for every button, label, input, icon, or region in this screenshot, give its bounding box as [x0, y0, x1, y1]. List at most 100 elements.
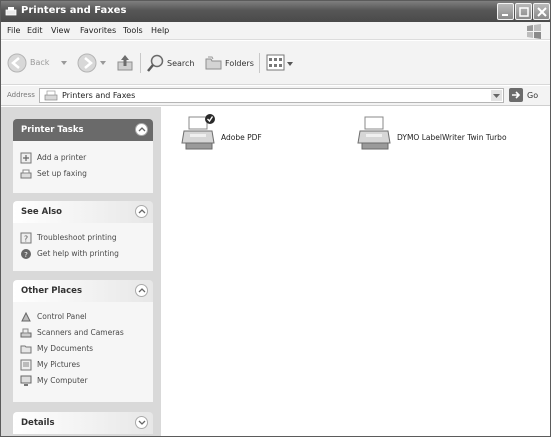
- printer-folder-icon: [44, 90, 58, 101]
- close-icon: [537, 7, 547, 17]
- my-computer-link[interactable]: My Computer: [13, 373, 153, 389]
- add-printer-link[interactable]: Add a printer: [13, 150, 153, 166]
- chevron-down-icon: [493, 94, 500, 98]
- search-label: Search: [167, 59, 195, 68]
- chevron-up-icon: [138, 209, 146, 214]
- control-panel-icon: [21, 311, 31, 322]
- forward-dropdown-icon[interactable]: [100, 60, 106, 66]
- control-panel-link[interactable]: Control Panel: [13, 309, 153, 325]
- my-computer-label: My Computer: [37, 376, 88, 385]
- collapse-button[interactable]: [135, 123, 148, 136]
- printer-icon: [181, 114, 215, 150]
- title-bar[interactable]: Printers and Faxes: [1, 1, 550, 22]
- up-folder-icon: [117, 55, 133, 71]
- pictures-icon: [20, 359, 32, 371]
- printer-tasks-title: Printer Tasks: [21, 125, 84, 135]
- menu-bar: File Edit View Favorites Tools Help: [1, 22, 550, 40]
- address-value: Printers and Faxes: [62, 91, 136, 100]
- address-dropdown-button[interactable]: [491, 90, 502, 101]
- explorer-window: Printers and Faxes File Edit View Favori…: [0, 0, 551, 437]
- menu-favorites[interactable]: Favorites: [80, 26, 116, 35]
- add-printer-label: Add a printer: [37, 153, 87, 162]
- views-button[interactable]: [265, 52, 293, 74]
- fax-icon: [20, 169, 32, 179]
- search-button[interactable]: Search: [145, 52, 201, 74]
- collapse-button[interactable]: [135, 205, 148, 218]
- task-pane: Printer Tasks Add a printer Set up faxin…: [1, 107, 161, 436]
- svg-text:?: ?: [24, 251, 28, 259]
- address-field[interactable]: Printers and Faxes: [39, 88, 504, 103]
- see-also-panel: See Also ? Troubleshoot printing ? Get h…: [13, 201, 153, 271]
- search-icon: [147, 54, 164, 72]
- get-help-printing-link[interactable]: ? Get help with printing: [13, 246, 153, 262]
- my-pictures-link[interactable]: My Pictures: [13, 357, 153, 373]
- views-grid-icon: [266, 54, 285, 71]
- scanners-cameras-label: Scanners and Cameras: [37, 328, 124, 337]
- other-places-panel: Other Places Control Panel Scanners and …: [13, 280, 153, 402]
- printer-item[interactable]: DYMO LabelWriter Twin Turbo: [357, 113, 543, 157]
- back-button[interactable]: Back: [5, 52, 69, 74]
- folder-icon: [20, 345, 32, 354]
- scanners-cameras-link[interactable]: Scanners and Cameras: [13, 325, 153, 341]
- toolbar-separator: [259, 53, 260, 73]
- printer-name: DYMO LabelWriter Twin Turbo: [397, 133, 507, 142]
- forward-button[interactable]: [75, 52, 107, 74]
- other-places-header[interactable]: Other Places: [13, 280, 153, 302]
- printer-item[interactable]: Adobe PDF: [181, 113, 331, 157]
- back-arrow-icon: [7, 53, 27, 73]
- back-label: Back: [30, 58, 50, 67]
- printer-name: Adobe PDF: [221, 133, 262, 142]
- set-up-faxing-link[interactable]: Set up faxing: [13, 166, 153, 182]
- add-printer-icon: [20, 152, 32, 164]
- windows-flag-icon: [527, 24, 541, 39]
- maximize-button[interactable]: [515, 3, 532, 20]
- views-dropdown-icon[interactable]: [287, 61, 293, 67]
- toolbar-separator: [140, 53, 141, 73]
- printer-icon: [357, 116, 391, 150]
- see-also-header[interactable]: See Also: [13, 201, 153, 223]
- set-up-faxing-label: Set up faxing: [37, 169, 87, 178]
- troubleshoot-printing-link[interactable]: ? Troubleshoot printing: [13, 230, 153, 246]
- forward-arrow-icon: [77, 53, 97, 73]
- address-label: Address: [7, 91, 35, 99]
- collapse-button[interactable]: [135, 284, 148, 297]
- see-also-title: See Also: [21, 207, 63, 217]
- my-documents-link[interactable]: My Documents: [13, 341, 153, 357]
- minimize-button[interactable]: [497, 3, 514, 20]
- details-panel: Details: [13, 412, 153, 434]
- help-printing-icon: ?: [21, 249, 31, 259]
- expand-button[interactable]: [135, 416, 148, 429]
- chevron-up-icon: [138, 288, 146, 293]
- go-arrow-icon: [512, 91, 521, 99]
- help-icon: ?: [20, 232, 32, 244]
- svg-text:?: ?: [24, 235, 28, 244]
- up-folder-button[interactable]: [114, 52, 136, 74]
- toolbar: Back Search Folders: [1, 41, 550, 85]
- minimize-icon: [502, 14, 508, 16]
- menu-view[interactable]: View: [51, 26, 70, 35]
- back-dropdown-icon[interactable]: [61, 60, 67, 66]
- details-title: Details: [21, 418, 55, 428]
- details-header[interactable]: Details: [13, 412, 153, 434]
- close-button[interactable]: [533, 3, 550, 20]
- chevron-down-icon: [138, 420, 146, 425]
- chevron-up-icon: [138, 127, 146, 132]
- other-places-title: Other Places: [21, 286, 82, 296]
- control-panel-label: Control Panel: [37, 312, 87, 321]
- printer-tasks-header[interactable]: Printer Tasks: [13, 119, 153, 141]
- get-help-printing-label: Get help with printing: [37, 249, 119, 258]
- menu-edit[interactable]: Edit: [27, 26, 43, 35]
- menu-help[interactable]: Help: [151, 26, 169, 35]
- go-button[interactable]: [509, 88, 523, 102]
- menu-file[interactable]: File: [7, 26, 20, 35]
- folders-button[interactable]: Folders: [203, 52, 257, 74]
- address-bar: Address Printers and Faxes Go: [1, 86, 550, 106]
- menu-tools[interactable]: Tools: [123, 26, 143, 35]
- printer-tasks-panel: Printer Tasks Add a printer Set up faxin…: [13, 119, 153, 193]
- computer-icon: [20, 375, 32, 386]
- maximize-icon: [519, 7, 529, 17]
- printer-folder-icon: [5, 7, 17, 16]
- my-documents-label: My Documents: [37, 344, 94, 353]
- go-label[interactable]: Go: [527, 91, 538, 100]
- my-pictures-label: My Pictures: [37, 360, 80, 369]
